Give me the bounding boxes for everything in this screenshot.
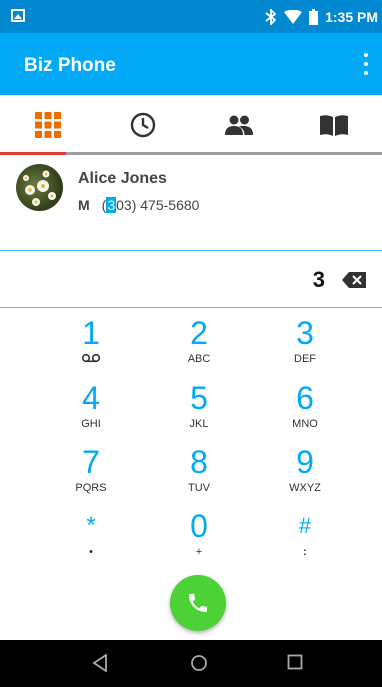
battery-icon	[309, 9, 319, 25]
key-3[interactable]: 3 DEF	[250, 316, 360, 380]
key-0[interactable]: 0 +	[144, 509, 254, 573]
tab-recents[interactable]	[96, 95, 192, 155]
wifi-icon	[284, 10, 303, 24]
contact-number: M (3 03) 475-5680	[78, 197, 199, 213]
book-icon	[320, 115, 349, 136]
call-button[interactable]	[170, 575, 226, 631]
recent-apps-icon[interactable]	[287, 654, 303, 670]
dialed-digits: 3	[312, 267, 325, 292]
app-title: Biz Phone	[24, 55, 116, 76]
status-time: 1:35 PM	[325, 9, 378, 25]
overflow-menu-icon[interactable]	[362, 53, 370, 75]
navigation-bar	[0, 640, 382, 687]
contact-name: Alice Jones	[78, 170, 167, 187]
number-type-label: M	[78, 197, 90, 213]
status-bar: 1:35 PM	[0, 0, 382, 33]
phone-icon	[189, 594, 207, 612]
contact-suggestion[interactable]: Alice Jones M (3 03) 475-5680	[0, 155, 382, 251]
tab-contacts[interactable]	[191, 95, 287, 155]
people-icon	[224, 115, 253, 135]
key-8[interactable]: 8 TUV	[144, 445, 254, 509]
key-hash[interactable]: # :	[250, 509, 360, 573]
avatar	[16, 164, 63, 211]
tab-dialpad[interactable]	[0, 95, 96, 155]
key-star[interactable]: * •	[36, 509, 146, 573]
key-1[interactable]: 1	[36, 316, 146, 380]
flower-photo	[23, 170, 56, 206]
home-icon[interactable]	[190, 654, 208, 672]
key-4[interactable]: 4 GHI	[36, 381, 146, 445]
dialpad-icon	[34, 112, 61, 138]
backspace-icon[interactable]	[342, 272, 366, 288]
key-2[interactable]: 2 ABC	[144, 316, 254, 380]
key-7[interactable]: 7 PQRS	[36, 445, 146, 509]
back-icon[interactable]	[92, 654, 108, 672]
key-5[interactable]: 5 JKL	[144, 381, 254, 445]
number-match-highlight: 3	[106, 197, 117, 213]
divider	[0, 250, 382, 251]
app-bar: Biz Phone	[0, 33, 382, 95]
status-indicators: 1:35 PM	[265, 7, 378, 27]
tab-directory[interactable]	[287, 95, 382, 155]
key-6[interactable]: 6 MNO	[250, 381, 360, 445]
digits-display: 3	[0, 252, 382, 307]
bluetooth-icon	[265, 9, 277, 25]
key-9[interactable]: 9 WXYZ	[250, 445, 360, 509]
image-icon	[11, 9, 25, 22]
tab-bar	[0, 95, 382, 155]
clock-icon	[131, 112, 156, 138]
voicemail-icon	[81, 353, 101, 363]
number-rest: 03) 475-5680	[116, 197, 200, 213]
